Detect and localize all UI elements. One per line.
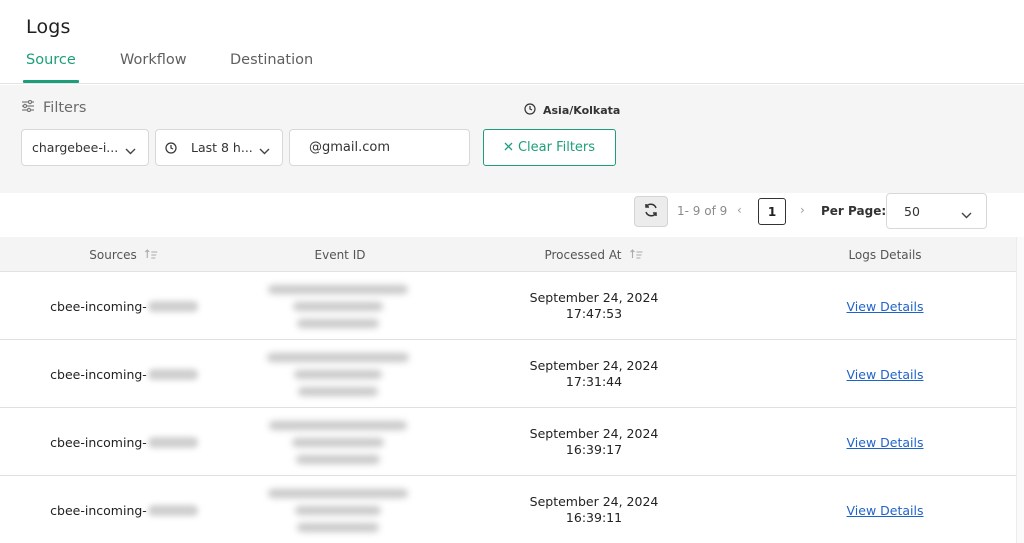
column-header-processed-at[interactable]: Processed At — [544, 237, 643, 272]
page-header: Logs Source Workflow Destination — [0, 0, 1024, 84]
chevron-down-icon — [259, 143, 270, 158]
redacted-text — [294, 369, 382, 379]
view-details-link[interactable]: View Details — [847, 435, 924, 450]
result-range: 1- 9 of 9 — [677, 204, 728, 218]
details-cell: View Details — [847, 272, 924, 340]
per-page-select[interactable]: 50 — [886, 193, 987, 229]
clear-filters-button[interactable]: Clear Filters — [483, 129, 616, 166]
event-id-cell — [268, 476, 408, 543]
per-page-value: 50 — [904, 203, 920, 219]
redacted-text — [297, 318, 379, 328]
sort-icon[interactable] — [630, 248, 644, 262]
email-filter-input[interactable]: @gmail.com — [289, 129, 470, 166]
redacted-text — [147, 504, 198, 516]
details-cell: View Details — [847, 476, 924, 543]
time-range-value: Last 8 h... — [191, 140, 253, 155]
redacted-text — [268, 284, 408, 294]
filters-label: Filters — [43, 100, 87, 116]
email-filter-value: @gmail.com — [309, 140, 391, 155]
redacted-text — [147, 300, 198, 312]
table-header: Sources Event ID Processed At Logs Detai… — [0, 237, 1016, 272]
clock-icon — [165, 141, 177, 154]
redacted-text — [268, 488, 408, 498]
source-cell: cbee-incoming- — [50, 340, 198, 408]
redacted-text — [267, 352, 409, 362]
time-range-select[interactable]: Last 8 h... — [155, 129, 283, 166]
table-row: cbee-incoming- September 24, 2024 16:39:… — [0, 476, 1016, 543]
column-header-logs-details: Logs Details — [848, 237, 921, 272]
tab-destination[interactable]: Destination — [230, 50, 313, 83]
processed-at-cell: September 24, 2024 16:39:11 — [530, 476, 659, 543]
processed-time: 17:47:53 — [565, 306, 623, 321]
view-details-link[interactable]: View Details — [847, 503, 924, 518]
chevron-down-icon — [125, 143, 136, 158]
column-header-event-id-label: Event ID — [314, 247, 366, 262]
next-page-button[interactable]: › — [800, 203, 805, 217]
column-header-event-id: Event ID — [315, 237, 366, 272]
tab-source[interactable]: Source — [23, 50, 79, 83]
processed-date: September 24, 2024 — [529, 494, 659, 509]
filter-panel: Filters Asia/Kolkata chargebee-i... Last… — [0, 85, 1024, 193]
refresh-button[interactable] — [634, 196, 668, 227]
source-name: cbee-incoming- — [50, 502, 147, 518]
per-page-label: Per Page: — [821, 204, 887, 218]
processed-at-cell: September 24, 2024 17:31:44 — [530, 340, 659, 408]
redacted-text — [147, 368, 198, 380]
source-cell: cbee-incoming- — [50, 476, 198, 543]
column-header-sources[interactable]: Sources — [89, 237, 158, 272]
source-cell: cbee-incoming- — [50, 272, 198, 340]
table-row: cbee-incoming- September 24, 2024 17:31:… — [0, 340, 1016, 408]
view-details-link[interactable]: View Details — [847, 367, 924, 382]
refresh-icon — [643, 202, 659, 222]
source-select-value: chargebee-i... — [32, 140, 119, 155]
processed-at-cell: September 24, 2024 17:47:53 — [530, 272, 659, 340]
table-row: cbee-incoming- September 24, 2024 17:47:… — [0, 272, 1016, 340]
scrollbar-track[interactable] — [1016, 237, 1024, 543]
chevron-down-icon — [961, 207, 972, 222]
column-header-sources-label: Sources — [89, 247, 137, 262]
processed-date: September 24, 2024 — [529, 358, 659, 373]
current-page-button[interactable]: 1 — [758, 198, 786, 225]
source-cell: cbee-incoming- — [50, 408, 198, 476]
redacted-text — [292, 437, 384, 447]
redacted-text — [295, 505, 381, 515]
pagination-bar: 1- 9 of 9 ‹ 1 › Per Page: 50 — [0, 193, 1024, 237]
processed-time: 16:39:17 — [565, 442, 623, 457]
timezone-label: Asia/Kolkata — [543, 104, 621, 117]
redacted-text — [296, 454, 380, 464]
table-row: cbee-incoming- September 24, 2024 16:39:… — [0, 408, 1016, 476]
close-icon — [504, 140, 513, 155]
tab-workflow[interactable]: Workflow — [120, 50, 187, 83]
redacted-text — [269, 420, 407, 430]
event-id-cell — [268, 272, 408, 340]
details-cell: View Details — [847, 408, 924, 476]
redacted-text — [147, 436, 198, 448]
column-header-logs-details-label: Logs Details — [848, 247, 922, 262]
sort-icon[interactable] — [145, 248, 159, 262]
prev-page-button[interactable]: ‹ — [737, 203, 742, 217]
page-title: Logs — [26, 16, 71, 38]
processed-time: 17:31:44 — [565, 374, 623, 389]
clock-icon — [524, 103, 536, 118]
column-header-processed-at-label: Processed At — [544, 247, 622, 262]
sliders-icon — [21, 99, 35, 116]
processed-at-cell: September 24, 2024 16:39:17 — [530, 408, 659, 476]
redacted-text — [293, 301, 383, 311]
event-id-cell — [269, 408, 407, 476]
processed-date: September 24, 2024 — [529, 426, 659, 441]
source-name: cbee-incoming- — [50, 366, 147, 382]
filters-heading: Filters — [21, 99, 87, 116]
view-details-link[interactable]: View Details — [847, 299, 924, 314]
source-name: cbee-incoming- — [50, 298, 147, 314]
clear-filters-label: Clear Filters — [517, 140, 596, 155]
redacted-text — [297, 522, 379, 532]
event-id-cell — [267, 340, 409, 408]
source-select[interactable]: chargebee-i... — [21, 129, 149, 166]
source-name: cbee-incoming- — [50, 434, 147, 450]
processed-date: September 24, 2024 — [529, 290, 659, 305]
redacted-text — [298, 386, 378, 396]
processed-time: 16:39:11 — [565, 510, 623, 525]
timezone-indicator: Asia/Kolkata — [524, 103, 620, 118]
details-cell: View Details — [847, 340, 924, 408]
